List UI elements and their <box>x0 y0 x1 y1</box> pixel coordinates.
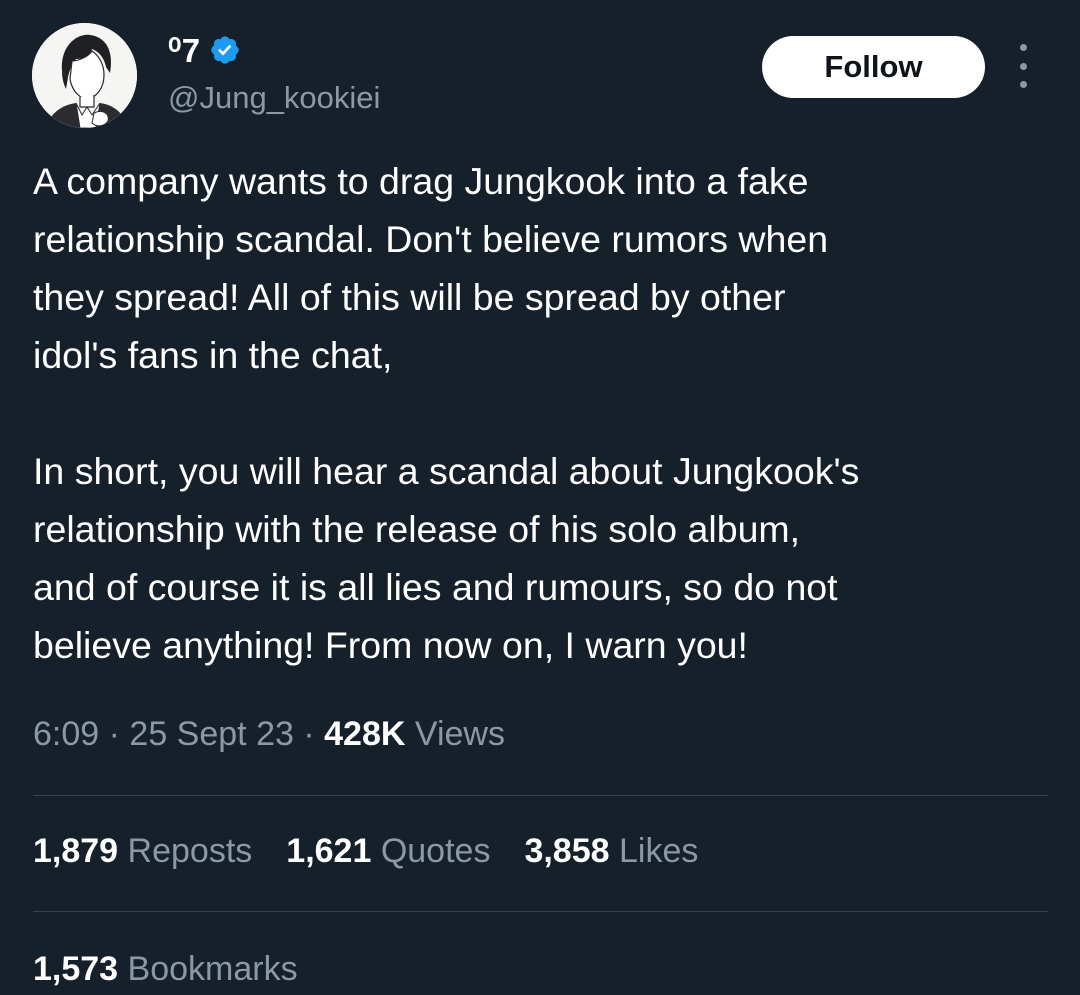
more-dot <box>1019 81 1027 88</box>
tweet-line: and of course it is all lies and rumours… <box>33 566 838 608</box>
tweet-detail: ⁰7 @Jung_kookiei Follow A company wants … <box>0 0 1080 995</box>
reposts-label: Reposts <box>127 832 253 870</box>
tweet-line: In short, you will hear a scandal about … <box>33 450 860 492</box>
meta-separator: · <box>303 715 315 753</box>
more-options-icon[interactable] <box>1008 44 1038 88</box>
tweet-body: A company wants to drag Jungkook into a … <box>33 152 1063 674</box>
likes-stat[interactable]: 3,858 Likes <box>524 832 698 871</box>
tweet-date[interactable]: 25 Sept 23 <box>129 715 293 753</box>
tweet-line: they spread! All of this will be spread … <box>33 276 786 318</box>
anime-boy-avatar-icon <box>32 23 137 128</box>
follow-button[interactable]: Follow <box>762 36 985 98</box>
reposts-count: 1,879 <box>33 832 119 870</box>
verified-badge-icon[interactable] <box>209 34 241 66</box>
reposts-stat[interactable]: 1,879 Reposts <box>33 832 252 871</box>
divider <box>33 911 1048 912</box>
meta-separator: · <box>108 715 120 753</box>
quotes-label: Quotes <box>380 832 491 870</box>
bookmarks-stat[interactable]: 1,573 Bookmarks <box>33 950 298 989</box>
tweet-line: believe anything! From now on, I warn yo… <box>33 624 748 666</box>
tweet-meta: 6:09 · 25 Sept 23 · 428K Views <box>33 715 505 754</box>
tweet-time[interactable]: 6:09 <box>33 715 99 753</box>
views-label: Views <box>414 715 505 753</box>
tweet-line: idol's fans in the chat, <box>33 334 393 376</box>
author-handle[interactable]: @Jung_kookiei <box>168 80 380 116</box>
quotes-stat[interactable]: 1,621 Quotes <box>286 832 490 871</box>
likes-count: 3,858 <box>524 832 610 870</box>
views-count: 428K <box>324 715 406 753</box>
bookmarks-count: 1,573 <box>33 950 119 988</box>
avatar[interactable] <box>32 23 137 128</box>
tweet-line: relationship scandal. Don't believe rumo… <box>33 218 829 260</box>
author-name-row[interactable]: ⁰7 <box>168 30 241 70</box>
likes-label: Likes <box>619 832 699 870</box>
divider <box>33 795 1048 796</box>
engagement-stats: 1,879 Reposts 1,621 Quotes 3,858 Likes <box>33 832 698 871</box>
tweet-line: A company wants to drag Jungkook into a … <box>33 160 809 202</box>
bookmarks-label: Bookmarks <box>127 950 298 988</box>
quotes-count: 1,621 <box>286 832 372 870</box>
display-name[interactable]: ⁰7 <box>168 31 201 70</box>
more-dot <box>1019 62 1027 70</box>
more-dot <box>1019 44 1027 51</box>
tweet-line: relationship with the release of his sol… <box>33 508 801 550</box>
